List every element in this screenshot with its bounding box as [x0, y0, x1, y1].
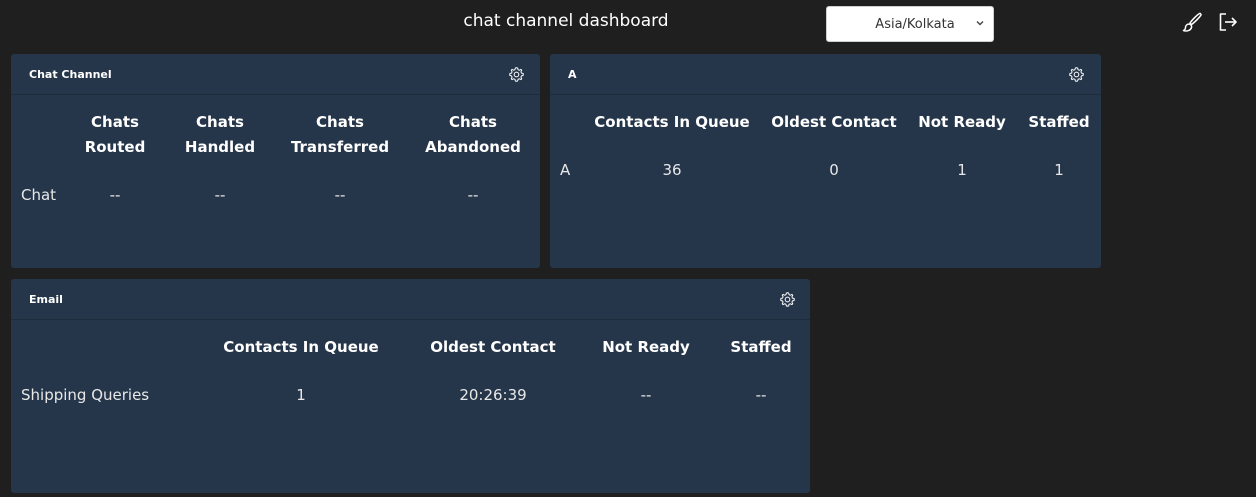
- timezone-select[interactable]: Asia/Kolkata: [826, 6, 994, 42]
- panel-header: Email: [11, 279, 810, 320]
- table-cell: 0: [829, 161, 839, 179]
- table-cell: 1: [296, 386, 306, 404]
- column-header-line: Chats: [91, 113, 139, 131]
- column-header: Oldest Contact: [430, 338, 556, 356]
- panel-title: Email: [29, 293, 63, 306]
- email-panel: Email Contacts In Queue Oldest Contact N…: [11, 279, 810, 493]
- table-cell: --: [214, 186, 226, 204]
- column-header-line: Routed: [84, 138, 146, 156]
- panel-header: A: [550, 54, 1101, 95]
- gear-icon[interactable]: [1068, 66, 1085, 83]
- row-label: Chat: [21, 186, 57, 204]
- row-label: Shipping Queries: [21, 386, 150, 404]
- table-cell: --: [467, 186, 479, 204]
- table-cell: --: [640, 386, 652, 404]
- queue-a-panel: A Contacts In Queue Oldest Contact Not R…: [550, 54, 1101, 268]
- table-cell: 1: [1054, 161, 1064, 179]
- column-header: Chats Handled: [175, 110, 265, 160]
- column-header: Not Ready: [918, 113, 1006, 131]
- column-header-line: Chats: [449, 113, 497, 131]
- timezone-value: Asia/Kolkata: [875, 16, 955, 32]
- column-header: Contacts In Queue: [594, 113, 750, 131]
- column-header: Chats Abandoned: [415, 110, 531, 160]
- column-header: Chats Routed: [75, 110, 155, 160]
- column-header-line: Abandoned: [425, 138, 521, 156]
- column-header: Oldest Contact: [771, 113, 897, 131]
- column-header: Not Ready: [602, 338, 690, 356]
- column-header-line: Chats: [196, 113, 244, 131]
- gear-icon[interactable]: [508, 66, 525, 83]
- panel-title: Chat Channel: [29, 68, 112, 81]
- table-cell: 36: [662, 161, 682, 179]
- table-cell: --: [334, 186, 346, 204]
- dashboard-page: chat channel dashboard Asia/Kolkata Chat…: [0, 0, 1256, 497]
- column-header-line: Handled: [184, 138, 256, 156]
- column-header-line: Chats: [316, 113, 364, 131]
- logout-icon[interactable]: [1216, 10, 1240, 34]
- column-header: Contacts In Queue: [223, 338, 379, 356]
- table-cell: --: [755, 386, 767, 404]
- table-cell: 20:26:39: [459, 386, 527, 404]
- panel-header: Chat Channel: [11, 54, 540, 95]
- column-header: Staffed: [730, 338, 792, 356]
- chat-channel-panel: Chat Channel Chats Routed Chats Handled …: [11, 54, 540, 268]
- row-label: A: [560, 161, 571, 179]
- column-header: Staffed: [1028, 113, 1090, 131]
- chevron-down-icon: [976, 21, 984, 26]
- column-header-line: Transferred: [290, 138, 390, 156]
- table-cell: --: [109, 186, 121, 204]
- panel-title: A: [568, 68, 577, 81]
- paintbrush-icon[interactable]: [1180, 10, 1204, 34]
- column-header: Chats Transferred: [285, 110, 395, 160]
- gear-icon[interactable]: [779, 291, 796, 308]
- table-cell: 1: [957, 161, 967, 179]
